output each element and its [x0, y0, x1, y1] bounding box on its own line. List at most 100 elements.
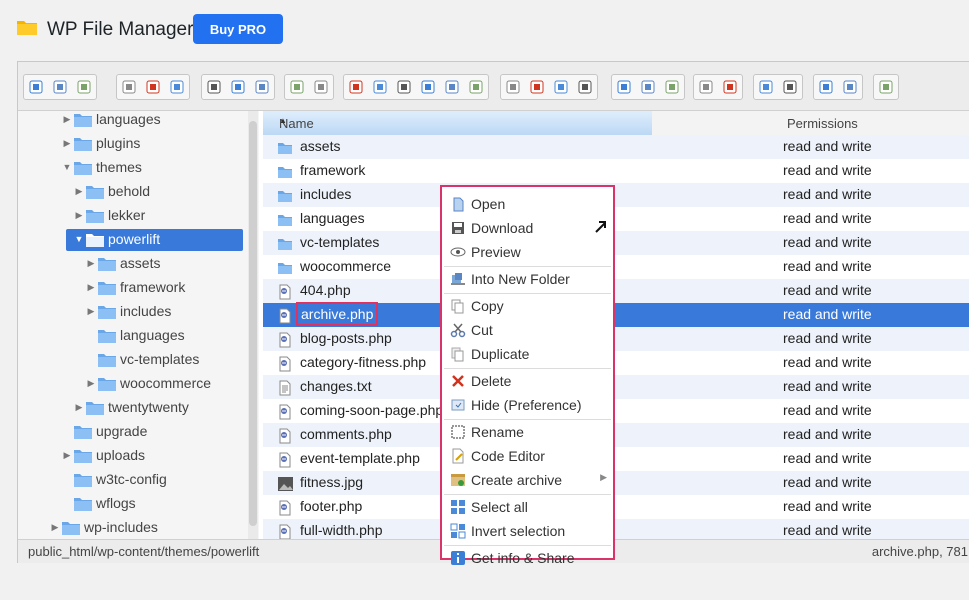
toolbar-edit-icon[interactable]	[549, 75, 573, 99]
toolbar-help-icon[interactable]	[838, 75, 862, 99]
file-row[interactable]: coming-soon-page.php read and write	[263, 399, 969, 423]
tree-item[interactable]: ▼ powerlift	[66, 229, 243, 251]
toolbar-preview-icon[interactable]	[694, 75, 718, 99]
tree-item[interactable]: ▶ wp-includes	[18, 517, 259, 539]
toolbar-paste-icon[interactable]	[392, 75, 416, 99]
menu-item-delete[interactable]: Delete	[444, 370, 611, 392]
tree-item[interactable]: ▶ includes	[18, 301, 259, 323]
tree-item[interactable]: ▶ twentytwenty	[18, 397, 259, 419]
toolbar-open-icon[interactable]	[202, 75, 226, 99]
toolbar-rename-icon[interactable]	[525, 75, 549, 99]
tree-scrollbar[interactable]	[248, 111, 258, 539]
toolbar-fullscreen-icon[interactable]	[874, 75, 898, 99]
chevron-right-icon[interactable]: ▶	[86, 377, 96, 389]
toolbar-resize-icon[interactable]	[573, 75, 597, 99]
toolbar-redo-icon[interactable]	[309, 75, 333, 99]
toolbar-save-icon[interactable]	[165, 75, 189, 99]
tree-item[interactable]: ▶ assets	[18, 253, 259, 275]
menu-item-select-all[interactable]: Select all	[444, 496, 611, 518]
toolbar-sort-icon[interactable]	[814, 75, 838, 99]
tree-item[interactable]: languages	[18, 325, 259, 347]
file-row[interactable]: languages read and write	[263, 207, 969, 231]
php-file-icon	[277, 452, 293, 468]
file-row[interactable]: full-width.php read and write	[263, 519, 969, 539]
toolbar-view-small-icon[interactable]	[660, 75, 684, 99]
toolbar-undo-icon[interactable]	[285, 75, 309, 99]
file-row[interactable]: includes read and write	[263, 183, 969, 207]
menu-item-duplicate[interactable]: Duplicate	[444, 343, 611, 365]
scrollbar-thumb[interactable]	[249, 121, 257, 526]
chevron-right-icon[interactable]: ▶	[74, 209, 84, 221]
file-row[interactable]: archive.php read and write	[263, 302, 969, 327]
file-row[interactable]: event-template.php read and write	[263, 447, 969, 471]
toolbar-up-icon[interactable]	[72, 75, 96, 99]
file-row[interactable]: comments.php read and write	[263, 423, 969, 447]
file-row[interactable]: 404.php read and write	[263, 279, 969, 303]
chevron-down-icon[interactable]: ▼	[62, 161, 72, 173]
file-row[interactable]: fitness.jpg read and write	[263, 471, 969, 495]
tree-item[interactable]: vc-templates	[18, 349, 259, 371]
chevron-right-icon[interactable]: ▶	[62, 449, 72, 461]
toolbar-home-icon[interactable]	[117, 75, 141, 99]
chevron-right-icon[interactable]: ▶	[62, 113, 72, 125]
tree-item[interactable]: ▶ plugins	[18, 133, 259, 155]
toolbar-select-icon[interactable]	[250, 75, 274, 99]
toolbar-view-list-icon[interactable]	[636, 75, 660, 99]
chevron-right-icon[interactable]: ▶	[74, 185, 84, 197]
menu-item-download[interactable]: Download	[444, 217, 611, 239]
file-row[interactable]: footer.php read and write	[263, 495, 969, 519]
menu-item-into-new-folder[interactable]: Into New Folder	[444, 268, 611, 290]
file-row[interactable]: blog-posts.php read and write	[263, 327, 969, 351]
file-row[interactable]: woocommerce read and write	[263, 255, 969, 279]
tree-item[interactable]: ▶ behold	[18, 181, 259, 203]
toolbar-copy-icon[interactable]	[344, 75, 368, 99]
toolbar-cut-icon[interactable]	[368, 75, 392, 99]
tree-item[interactable]: ▶ framework	[18, 277, 259, 299]
toolbar-info-icon[interactable]	[718, 75, 742, 99]
menu-item-cut[interactable]: Cut	[444, 319, 611, 341]
toolbar-back-icon[interactable]	[24, 75, 48, 99]
tree-item[interactable]: ▶ woocommerce	[18, 373, 259, 395]
chevron-right-icon[interactable]: ▶	[86, 257, 96, 269]
toolbar-extract-icon[interactable]	[778, 75, 802, 99]
toolbar-archive-icon[interactable]	[754, 75, 778, 99]
tree-item[interactable]: ▶ uploads	[18, 445, 259, 467]
chevron-down-icon[interactable]: ▼	[74, 233, 84, 245]
chevron-right-icon[interactable]: ▶	[62, 137, 72, 149]
menu-item-get-info-share[interactable]: Get info & Share	[444, 547, 611, 569]
menu-item-copy[interactable]: Copy	[444, 295, 611, 317]
file-row[interactable]: category-fitness.php read and write	[263, 351, 969, 375]
toolbar-new-file-icon[interactable]	[141, 75, 165, 99]
tree-item[interactable]: ▼ themes	[18, 157, 259, 179]
toolbar-forward-icon[interactable]	[48, 75, 72, 99]
toolbar-save-icon[interactable]	[226, 75, 250, 99]
menu-item-invert-selection[interactable]: Invert selection	[444, 520, 611, 542]
menu-item-hide-preference[interactable]: Hide (Preference)	[444, 394, 611, 416]
permissions-column-header[interactable]: Permissions	[787, 116, 858, 131]
buy-pro-button[interactable]: Buy PRO	[193, 14, 283, 44]
file-row[interactable]: vc-templates read and write	[263, 231, 969, 255]
chevron-right-icon[interactable]: ▶	[86, 305, 96, 317]
tree-item[interactable]: w3tc-config	[18, 469, 259, 491]
menu-item-code-editor[interactable]: Code Editor	[444, 445, 611, 467]
menu-item-open[interactable]: Open	[444, 193, 611, 215]
menu-item-preview[interactable]: Preview	[444, 241, 611, 263]
toolbar-view-icons-icon[interactable]	[612, 75, 636, 99]
file-row[interactable]: framework read and write	[263, 159, 969, 183]
tree-item[interactable]: ▶ lekker	[18, 205, 259, 227]
chevron-right-icon[interactable]: ▶	[86, 281, 96, 293]
tree-item[interactable]: wflogs	[18, 493, 259, 515]
menu-item-rename[interactable]: Rename	[444, 421, 611, 443]
toolbar-hide-icon[interactable]	[464, 75, 488, 99]
file-row[interactable]: assets read and write	[263, 135, 969, 159]
toolbar-duplicate-icon[interactable]	[501, 75, 525, 99]
toolbar-empty-icon[interactable]	[440, 75, 464, 99]
file-row[interactable]: changes.txt read and write	[263, 375, 969, 399]
tree-item[interactable]: ▶ languages	[18, 111, 259, 131]
toolbar-delete-icon[interactable]	[416, 75, 440, 99]
chevron-right-icon[interactable]: ▶	[74, 401, 84, 413]
menu-item-create-archive[interactable]: Create archive ▶	[444, 469, 611, 491]
tree-item[interactable]: upgrade	[18, 421, 259, 443]
name-column-header[interactable]: Name ▲	[263, 111, 652, 135]
chevron-right-icon[interactable]: ▶	[50, 521, 60, 533]
